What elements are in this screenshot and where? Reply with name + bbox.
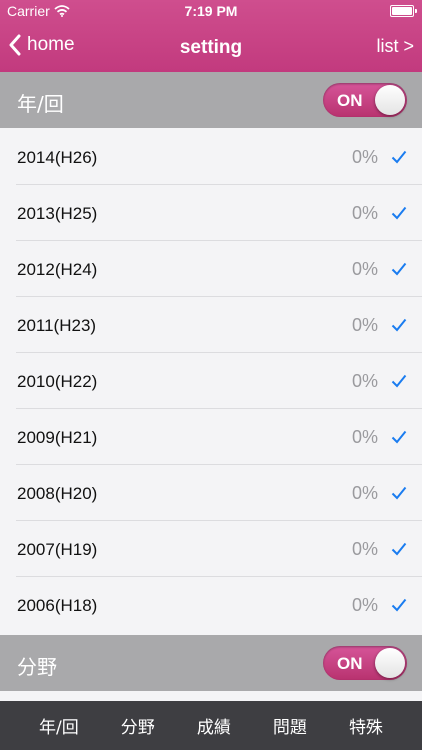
year-percent: 0% — [351, 147, 378, 167]
year-label: 2011(H23) — [17, 316, 97, 335]
year-percent: 0% — [351, 259, 378, 279]
toggle-label: ON — [337, 91, 363, 110]
year-percent: 0% — [351, 203, 378, 223]
year-row-2009[interactable]: 2009(H21) 0% — [0, 409, 422, 465]
tab-year[interactable]: 年/回 — [39, 713, 79, 738]
year-row-2007[interactable]: 2007(H19) 0% — [0, 521, 422, 577]
tab-bar: 年/回 分野 成績 問題 特殊 — [0, 701, 422, 750]
tab-special[interactable]: 特殊 — [349, 713, 383, 738]
battery-icon — [390, 5, 417, 17]
section-header-year: 年/回 ON — [0, 72, 422, 128]
toggle-knob[interactable] — [375, 85, 405, 115]
year-label: 2009(H21) — [17, 428, 98, 447]
year-percent: 0% — [351, 427, 378, 447]
tab-field[interactable]: 分野 — [121, 713, 155, 738]
year-toggle[interactable]: ON — [323, 83, 407, 117]
checkmark-icon — [391, 374, 407, 388]
year-percent: 0% — [351, 371, 378, 391]
section-title-year: 年/回 — [17, 92, 64, 116]
checkmark-icon — [391, 542, 407, 556]
checkmark-icon — [391, 206, 407, 220]
status-time: 7:19 PM — [184, 3, 238, 19]
toggle-label: ON — [337, 654, 363, 673]
year-percent: 0% — [351, 595, 378, 615]
year-label: 2007(H19) — [17, 540, 98, 559]
app-header: Carrier 7:19 PM home setting list > — [0, 0, 422, 72]
tab-questions[interactable]: 問題 — [273, 713, 307, 738]
year-label: 2014(H26) — [17, 148, 98, 167]
home-back-button[interactable]: home — [8, 34, 75, 56]
tab-results[interactable]: 成績 — [197, 713, 231, 738]
nav-bar: home setting list > — [0, 22, 422, 72]
section-header-field: 分野 ON — [0, 635, 422, 691]
checkmark-icon — [391, 486, 407, 500]
checkmark-icon — [391, 430, 407, 444]
year-label: 2008(H20) — [17, 484, 98, 503]
year-percent: 0% — [351, 483, 378, 503]
year-label: 2013(H25) — [17, 204, 98, 223]
year-row-2010[interactable]: 2010(H22) 0% — [0, 353, 422, 409]
year-percent: 0% — [351, 315, 378, 335]
year-label: 2010(H22) — [17, 372, 98, 391]
status-bar: Carrier 7:19 PM — [0, 0, 422, 22]
checkmark-icon — [391, 318, 407, 332]
toggle-knob[interactable] — [375, 648, 405, 678]
year-row-2008[interactable]: 2008(H20) 0% — [0, 465, 422, 521]
back-label: home — [27, 34, 75, 55]
checkmark-icon — [391, 262, 407, 276]
list-continuation — [0, 691, 422, 701]
checkmark-icon — [391, 598, 407, 612]
list-button[interactable]: list > — [376, 36, 414, 57]
year-label: 2012(H24) — [17, 260, 98, 279]
year-label: 2006(H18) — [17, 596, 98, 615]
year-percent: 0% — [351, 539, 378, 559]
year-row-2011[interactable]: 2011(H23) 0% — [0, 297, 422, 353]
year-row-2006[interactable]: 2006(H18) 0% — [0, 577, 422, 633]
year-row-2012[interactable]: 2012(H24) 0% — [0, 241, 422, 297]
field-toggle[interactable]: ON — [323, 646, 407, 680]
section-title-field: 分野 — [17, 655, 57, 679]
year-row-2014[interactable]: 2014(H26) 0% — [0, 129, 422, 185]
checkmark-icon — [391, 150, 407, 164]
chevron-left-icon — [9, 34, 21, 56]
year-row-2013[interactable]: 2013(H25) 0% — [0, 185, 422, 241]
year-list: 2014(H26) 0% 2013(H25) 0% 2012(H24) 0% 2… — [0, 129, 422, 633]
